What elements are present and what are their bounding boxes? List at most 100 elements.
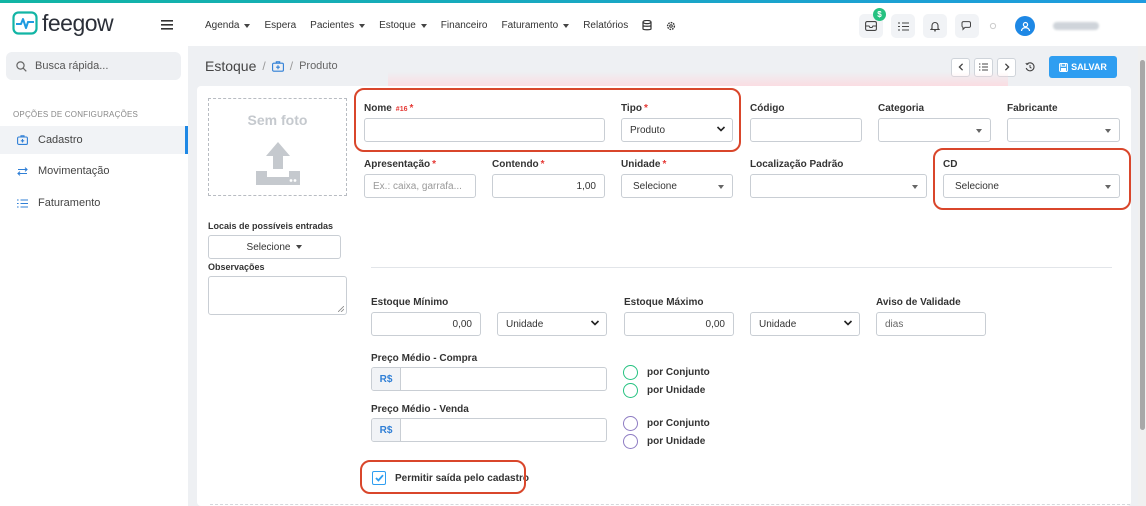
header-actions: $	[859, 8, 1099, 38]
checkmark-icon	[374, 474, 384, 482]
preco-compra-input[interactable]	[401, 368, 606, 390]
radio-button[interactable]	[623, 365, 638, 380]
aviso-validade-label: Aviso de Validade	[876, 297, 961, 308]
sidebar-item-faturamento[interactable]: Faturamento	[0, 189, 188, 217]
tasks-button[interactable]	[891, 14, 915, 38]
page-scrollbar-thumb[interactable]	[1140, 60, 1145, 430]
section-divider-dashed	[210, 504, 1130, 505]
section-divider	[371, 267, 1112, 268]
categoria-label: Categoria	[878, 103, 925, 114]
sidebar-item-movimentacao[interactable]: Movimentação	[0, 157, 188, 185]
observacoes-textarea[interactable]	[208, 276, 347, 315]
quick-search[interactable]: Busca rápida...	[6, 52, 181, 80]
photo-label: Sem foto	[247, 112, 308, 128]
resize-grip-icon[interactable]	[338, 306, 344, 312]
photo-upload[interactable]: Sem foto	[208, 98, 347, 196]
radio-button[interactable]	[623, 434, 638, 449]
next-button[interactable]	[997, 57, 1016, 77]
currency-prefix: R$	[372, 368, 401, 390]
upload-icon	[256, 142, 300, 185]
chevron-down-icon	[420, 23, 427, 28]
hamburger-menu-icon[interactable]	[161, 20, 173, 30]
categoria-select[interactable]	[878, 118, 991, 142]
task-list-icon	[897, 21, 909, 31]
chevron-down-icon	[296, 245, 303, 249]
preco-venda-input[interactable]	[401, 419, 606, 441]
breadcrumb-separator: /	[289, 59, 294, 73]
chevron-down-icon	[244, 23, 251, 28]
locais-select[interactable]: Selecione	[208, 235, 341, 259]
contendo-input[interactable]: 1,00	[492, 174, 605, 198]
preco-venda-input-group[interactable]: R$	[371, 418, 607, 442]
medical-case-icon	[17, 135, 28, 145]
estoque-minimo-input[interactable]: 0,00	[371, 312, 481, 336]
history-button[interactable]	[1020, 58, 1039, 77]
bell-icon	[930, 21, 940, 31]
apresentacao-input[interactable]: Ex.: caixa, garrafa...	[364, 174, 476, 198]
settings-icon[interactable]	[666, 21, 676, 31]
nav-financeiro[interactable]: Financeiro	[441, 20, 488, 31]
estoque-maximo-unit-select[interactable]: Unidade	[750, 312, 860, 336]
aviso-validade-input[interactable]: dias	[876, 312, 986, 336]
nav-faturamento[interactable]: Faturamento	[502, 20, 570, 31]
chevron-down-icon	[718, 185, 724, 189]
permitir-saida-checkbox-row[interactable]: Permitir saída pelo cadastro	[372, 471, 529, 485]
nome-input[interactable]	[364, 118, 605, 142]
estoque-maximo-input[interactable]: 0,00	[624, 312, 734, 336]
apresentacao-label: Apresentação *	[364, 159, 437, 170]
user-avatar[interactable]	[1015, 16, 1035, 36]
required-asterisk: *	[432, 159, 437, 170]
inbox-icon	[865, 21, 877, 31]
breadcrumb-root[interactable]: Estoque	[205, 58, 256, 74]
sidebar: Busca rápida... OPÇÕES DE CONFIGURAÇÕES …	[0, 46, 188, 506]
nome-tag: #16	[395, 106, 408, 113]
sidebar-item-cadastro[interactable]: Cadastro	[0, 126, 188, 154]
inbox-button[interactable]: $	[859, 8, 886, 38]
search-placeholder: Busca rápida...	[35, 60, 109, 72]
nav-agenda[interactable]: Agenda	[205, 20, 251, 31]
chat-icon	[961, 21, 971, 31]
nav-pacientes[interactable]: Pacientes	[310, 20, 366, 31]
radio-button[interactable]	[623, 383, 638, 398]
localizacao-select[interactable]	[750, 174, 927, 198]
search-icon	[16, 60, 27, 72]
codigo-input[interactable]	[750, 118, 862, 142]
fabricante-label: Fabricante	[1007, 103, 1058, 114]
chevron-down-icon	[843, 320, 853, 326]
currency-prefix: R$	[372, 419, 401, 441]
previous-button[interactable]	[951, 57, 970, 77]
notifications-button[interactable]	[923, 14, 947, 38]
unidade-select[interactable]: Selecione	[621, 174, 733, 198]
chevron-down-icon	[1105, 185, 1111, 189]
fabricante-select[interactable]	[1007, 118, 1120, 142]
save-button[interactable]: SALVAR	[1049, 56, 1117, 78]
nav-relatorios[interactable]: Relatórios	[583, 20, 628, 31]
breadcrumb: Estoque / / Produto	[205, 58, 338, 74]
radio-button[interactable]	[623, 416, 638, 431]
preco-venda-por-unidade[interactable]: por Unidade	[623, 434, 705, 449]
nav-estoque[interactable]: Estoque	[379, 20, 427, 31]
preco-compra-por-conjunto[interactable]: por Conjunto	[623, 365, 710, 380]
codigo-label: Código	[750, 103, 785, 114]
database-icon[interactable]	[642, 20, 652, 31]
chat-button[interactable]	[955, 14, 979, 38]
username-blurred[interactable]	[1053, 22, 1099, 30]
tipo-select[interactable]: Produto	[621, 118, 733, 142]
status-dot-icon	[989, 22, 997, 30]
cd-select[interactable]: Selecione	[943, 174, 1120, 198]
logo-text: feegow	[42, 9, 114, 36]
chevron-right-icon	[1004, 63, 1010, 71]
permitir-saida-checkbox[interactable]	[372, 471, 386, 485]
preco-venda-por-conjunto[interactable]: por Conjunto	[623, 416, 710, 431]
notification-badge: $	[873, 8, 886, 21]
feegow-logo[interactable]: feegow	[12, 9, 114, 36]
estoque-minimo-unit-select[interactable]: Unidade	[497, 312, 607, 336]
permitir-saida-label: Permitir saída pelo cadastro	[395, 472, 529, 484]
preco-compra-input-group[interactable]: R$	[371, 367, 607, 391]
page-header: Estoque / / Produto SALVAR	[188, 46, 1138, 86]
nav-espera[interactable]: Espera	[264, 20, 296, 31]
list-button[interactable]	[974, 57, 993, 77]
preco-compra-por-unidade[interactable]: por Unidade	[623, 383, 705, 398]
chevron-down-icon	[976, 129, 982, 133]
sidebar-item-label: Cadastro	[38, 134, 83, 146]
